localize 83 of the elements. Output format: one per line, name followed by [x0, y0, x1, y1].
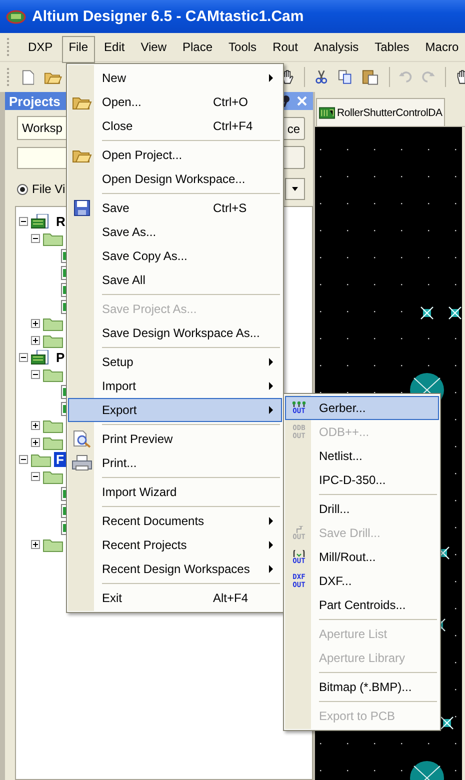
expander-icon[interactable] — [31, 472, 40, 481]
menu-bar-item[interactable]: Place — [176, 36, 220, 58]
submenu-arrow-icon — [269, 406, 273, 414]
print-preview-icon — [73, 430, 91, 448]
menu-item[interactable]: Export — [68, 398, 282, 422]
folder-icon — [43, 436, 63, 450]
menu-item[interactable]: Save Design Workspace As... — [68, 321, 282, 345]
menu-item[interactable]: Recent Documents — [68, 509, 282, 533]
app-logo-icon — [6, 8, 26, 24]
tree-node-label[interactable]: F — [54, 452, 66, 467]
menu-bar-item[interactable]: Edit — [97, 36, 132, 58]
submenu-arrow-icon — [269, 565, 273, 573]
new-document-icon[interactable] — [22, 68, 34, 86]
expander-icon[interactable] — [19, 217, 28, 226]
menu-bar-item[interactable]: Analysis — [306, 36, 366, 58]
panel-title: Projects — [9, 94, 60, 108]
menu-item[interactable]: Part Centroids... — [285, 593, 439, 617]
expander-icon[interactable] — [31, 438, 40, 447]
menu-bar-item[interactable]: File — [62, 36, 96, 63]
save-icon — [74, 200, 90, 216]
expander-icon[interactable] — [31, 319, 40, 328]
pcb-project-icon — [31, 214, 51, 229]
folder-icon — [43, 368, 63, 382]
menu-item[interactable]: Save All — [68, 268, 282, 292]
menu-bar-item[interactable]: DXP — [21, 36, 60, 58]
menu-item[interactable]: Print Preview — [68, 427, 282, 451]
expander-icon[interactable] — [31, 421, 40, 430]
folder-icon — [43, 334, 63, 348]
submenu-arrow-icon — [269, 541, 273, 549]
submenu-arrow-icon — [269, 358, 273, 366]
expander-icon[interactable] — [19, 353, 28, 362]
document-tab[interactable]: RollerShutterControlDA — [316, 98, 446, 126]
menu-item[interactable]: Save Ctrl+S — [68, 196, 282, 220]
expander-icon[interactable] — [19, 455, 28, 464]
menu-item[interactable]: Setup — [68, 350, 282, 374]
menu-item[interactable]: New — [68, 66, 282, 90]
menu-item[interactable]: Bitmap (*.BMP)... — [285, 675, 439, 699]
menu-bar-item[interactable]: Rout — [266, 36, 305, 58]
menu-item[interactable]: Import Wizard — [68, 480, 282, 504]
hand-icon[interactable] — [456, 69, 465, 85]
folder-icon — [43, 418, 63, 432]
menu-bar-item[interactable]: Macro — [418, 36, 465, 58]
menu-item[interactable]: Open Project... — [68, 143, 282, 167]
menu-item[interactable]: Save Copy As... — [68, 244, 282, 268]
menu-item[interactable]: IPC-D-350... — [285, 468, 439, 492]
folder-icon — [43, 316, 63, 330]
menu-item[interactable]: Open... Ctrl+O — [68, 90, 282, 114]
expander-icon[interactable] — [31, 336, 40, 345]
menu-item[interactable]: Netlist... — [285, 444, 439, 468]
folder-icon — [31, 452, 51, 466]
menu-bar-item[interactable]: Tables — [368, 36, 416, 58]
submenu-arrow-icon — [269, 382, 273, 390]
expander-icon[interactable] — [31, 234, 40, 243]
paste-icon[interactable] — [362, 68, 379, 86]
folder-icon — [43, 470, 63, 484]
folder-icon — [43, 538, 63, 552]
submenu-arrow-icon — [269, 74, 273, 82]
copy-icon[interactable] — [338, 69, 352, 85]
view-dropdown[interactable] — [285, 178, 305, 200]
pcb-project-icon — [31, 350, 51, 365]
menu-bar-item[interactable]: View — [134, 36, 174, 58]
expander-icon[interactable] — [31, 370, 40, 379]
close-icon[interactable] — [297, 96, 307, 106]
menu-item[interactable]: Recent Design Workspaces — [68, 557, 282, 581]
menu-item[interactable]: Import — [68, 374, 282, 398]
tree-node-label[interactable]: R — [54, 214, 68, 229]
menu-item[interactable]: Exit Alt+F4 — [68, 586, 282, 610]
view-radio[interactable] — [17, 184, 28, 194]
menu-item[interactable]: Save As... — [68, 220, 282, 244]
tree-node-label[interactable]: P — [54, 350, 67, 365]
submenu-arrow-icon — [269, 517, 273, 525]
folder-icon — [43, 232, 63, 246]
printer-icon — [72, 455, 92, 471]
menu-item[interactable]: Print... — [68, 451, 282, 475]
menu-item[interactable]: Close Ctrl+F4 — [68, 114, 282, 138]
menu-item[interactable]: Drill... — [285, 497, 439, 521]
window-title: Altium Designer 6.5 - CAMtastic1.Cam — [32, 8, 304, 25]
pcb-document-icon — [319, 106, 335, 118]
expander-icon[interactable] — [31, 540, 40, 549]
menu-item[interactable]: Open Design Workspace... — [68, 167, 282, 191]
cut-icon[interactable] — [314, 69, 328, 85]
menu-bar-item[interactable]: Tools — [222, 36, 264, 58]
menu-item[interactable]: Recent Projects — [68, 533, 282, 557]
